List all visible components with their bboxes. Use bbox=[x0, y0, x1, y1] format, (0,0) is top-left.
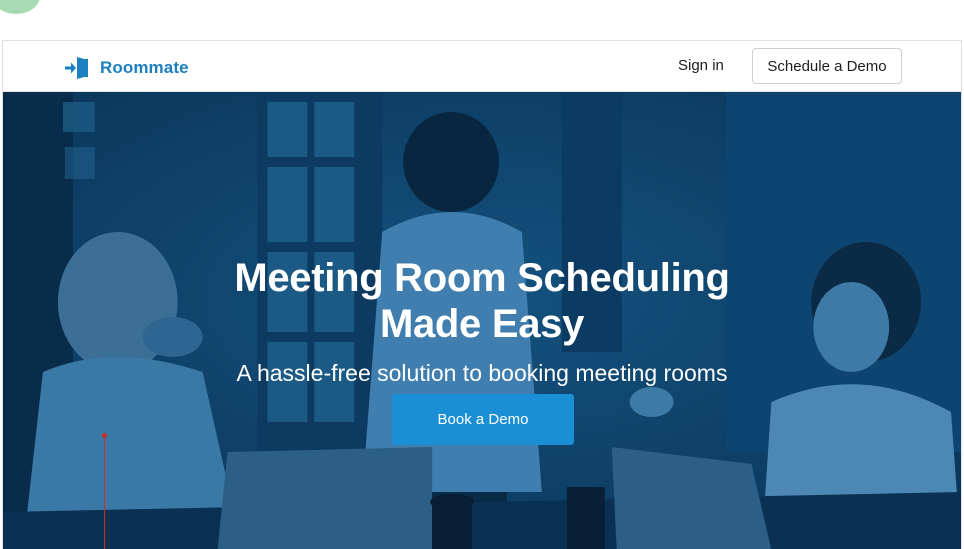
hero-section: Meeting Room Scheduling Made Easy A hass… bbox=[3, 92, 961, 549]
sign-in-link[interactable]: Sign in bbox=[678, 57, 724, 74]
status-indicator-dot bbox=[0, 0, 40, 14]
browser-viewport: Roommate Sign in Schedule a Demo Meeting… bbox=[2, 40, 962, 549]
brand-name: Roommate bbox=[100, 58, 189, 77]
book-demo-button[interactable]: Book a Demo bbox=[392, 394, 574, 445]
brand-logo[interactable]: Roommate bbox=[63, 56, 189, 80]
door-enter-icon bbox=[65, 57, 88, 79]
hero-heading: Meeting Room Scheduling Made Easy bbox=[3, 255, 961, 347]
hero-heading-line-1: Meeting Room Scheduling bbox=[234, 255, 730, 300]
hero-heading-line-2: Made Easy bbox=[379, 301, 585, 346]
hero-subtitle: A hassle-free solution to booking meetin… bbox=[236, 360, 728, 386]
cursor-pointer-line bbox=[104, 436, 105, 549]
top-navbar: Roommate Sign in Schedule a Demo bbox=[3, 41, 961, 92]
schedule-demo-button[interactable]: Schedule a Demo bbox=[752, 48, 902, 84]
